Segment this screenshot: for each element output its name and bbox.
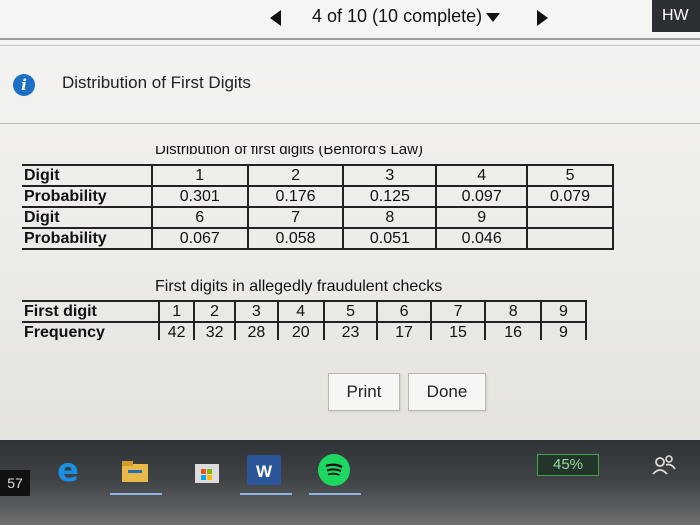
- info-title: Distribution of First Digits: [62, 73, 251, 92]
- table-cell: 20: [276, 321, 325, 340]
- word-app-icon[interactable]: W: [245, 453, 283, 487]
- table-cell: 0.067: [150, 227, 249, 250]
- row-header: Probability: [22, 227, 153, 250]
- edge-browser-icon[interactable]: e: [53, 454, 83, 486]
- table-cell: 4: [276, 300, 325, 323]
- people-icon[interactable]: [649, 452, 679, 478]
- hw-badge: HW: [652, 0, 700, 32]
- table-row: Probability 0.067 0.058 0.051 0.046: [22, 227, 614, 250]
- store-icon[interactable]: [192, 456, 222, 486]
- app-window: 4 of 10 (10 complete) HW i Distribution …: [0, 0, 700, 440]
- done-button[interactable]: Done: [408, 373, 486, 411]
- divider: [0, 45, 700, 46]
- table-cell: 17: [376, 321, 432, 340]
- table-cell: 16: [484, 321, 542, 340]
- table-cell: 42: [157, 321, 196, 340]
- table-row: Digit 1 2 3 4 5: [22, 164, 614, 187]
- table-cell: 28: [233, 321, 279, 340]
- table-cell: 0.097: [435, 185, 529, 208]
- checks-table-caption: First digits in allegedly fraudulent che…: [155, 278, 443, 295]
- word-letter: W: [256, 462, 273, 481]
- taskbar-active-indicator: [309, 493, 361, 495]
- print-button[interactable]: Print: [328, 373, 400, 411]
- table-row: Probability 0.301 0.176 0.125 0.097 0.079: [22, 185, 614, 208]
- table-cell: [526, 227, 614, 250]
- table-cell: 2: [193, 300, 236, 323]
- spotify-icon[interactable]: [318, 454, 350, 486]
- taskbar-active-indicator: [110, 493, 162, 495]
- table-cell: 32: [193, 321, 236, 340]
- table-cell: 3: [233, 300, 279, 323]
- table-cell: 5: [322, 300, 379, 323]
- table-cell: 0.051: [342, 227, 438, 250]
- taskbar-active-indicator: [240, 493, 292, 495]
- table-cell: 1: [157, 300, 196, 323]
- table-cell: 8: [484, 300, 542, 323]
- divider: [0, 38, 700, 40]
- table-cell: 15: [429, 321, 487, 340]
- table-row: First digit 1 2 3 4 5 6 7 8 9: [22, 300, 588, 323]
- taskbar: [0, 440, 700, 525]
- benford-table: Digit 1 2 3 4 5 Probability 0.301 0.176 0.125 0.09…: [22, 164, 614, 250]
- info-icon: i: [13, 74, 35, 96]
- checks-table: First digit 1 2 3 4 5 6 7 8 9 Frequency 42 32 28 20 23 1…: [22, 300, 588, 340]
- row-header: Digit: [22, 164, 153, 187]
- table-cell: 23: [322, 321, 379, 340]
- next-question-button[interactable]: [537, 10, 548, 26]
- question-progress-dropdown[interactable]: 4 of 10 (10 complete): [312, 6, 501, 27]
- table-cell: 6: [376, 300, 432, 323]
- table-cell: 9: [539, 321, 588, 340]
- table-row: Digit 6 7 8 9: [22, 206, 614, 229]
- table-cell: 2: [246, 164, 345, 187]
- table-cell: 0.301: [150, 185, 249, 208]
- table-cell: 0.058: [246, 227, 345, 250]
- table-cell: 7: [429, 300, 487, 323]
- table-cell: 4: [435, 164, 529, 187]
- table-cell: 5: [526, 164, 614, 187]
- battery-indicator[interactable]: 45%: [537, 454, 599, 476]
- row-header: Digit: [22, 206, 153, 229]
- progress-label: 4 of 10 (10 complete): [312, 6, 483, 26]
- table-cell: 3: [342, 164, 438, 187]
- table-cell: [526, 206, 614, 229]
- caret-down-icon: [486, 12, 501, 22]
- previous-question-button[interactable]: [270, 10, 281, 26]
- divider: [0, 123, 700, 124]
- row-header: Frequency: [22, 321, 160, 340]
- file-explorer-icon[interactable]: [120, 456, 150, 486]
- top-bar: 4 of 10 (10 complete) HW: [0, 0, 700, 34]
- clock-fragment: 57: [0, 470, 30, 496]
- table-cell: 9: [539, 300, 588, 323]
- table-cell: 0.046: [435, 227, 529, 250]
- table-cell: 1: [150, 164, 249, 187]
- table-cell: 0.079: [526, 185, 614, 208]
- table-cell: 0.125: [342, 185, 438, 208]
- table-cell: 6: [150, 206, 249, 229]
- table-row: Frequency 42 32 28 20 23 17 15 16 9: [22, 321, 588, 340]
- row-header: First digit: [22, 300, 160, 323]
- table-cell: 7: [246, 206, 345, 229]
- benford-table-caption: Distribution of first digits (Benford's …: [155, 146, 423, 158]
- table-cell: 9: [435, 206, 529, 229]
- table-cell: 0.176: [246, 185, 345, 208]
- row-header: Probability: [22, 185, 153, 208]
- table-cell: 8: [342, 206, 438, 229]
